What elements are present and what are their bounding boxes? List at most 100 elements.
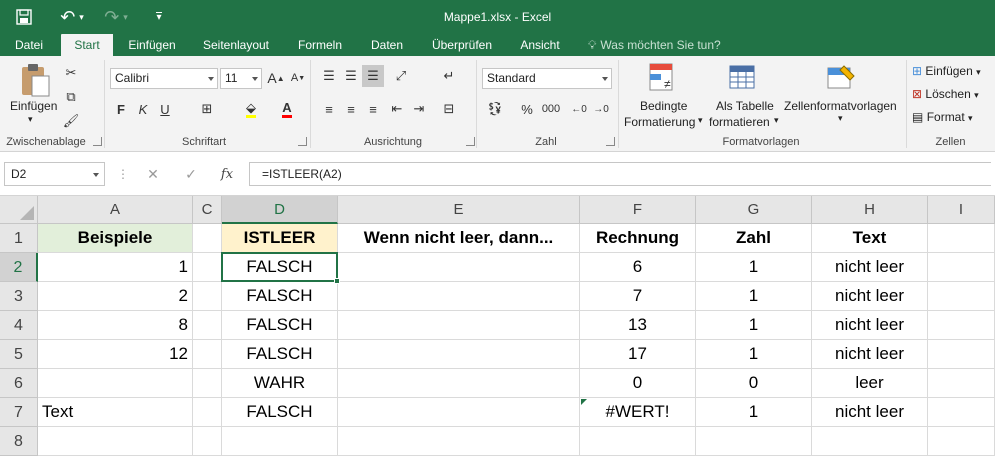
paste-button[interactable]: Einfügen bbox=[10, 99, 57, 113]
merge-center-icon[interactable]: ⊟ bbox=[438, 98, 460, 120]
cell-i4[interactable] bbox=[928, 311, 995, 340]
cell-styles-dropdown-icon[interactable]: ▾ bbox=[838, 113, 843, 124]
underline-button[interactable]: U bbox=[154, 98, 176, 120]
cell-g8[interactable] bbox=[696, 427, 812, 456]
increase-indent-icon[interactable]: ⇥ bbox=[408, 98, 430, 120]
cell-a3[interactable]: 2 bbox=[38, 282, 193, 311]
tab-datei[interactable]: Datei bbox=[4, 34, 54, 56]
number-format-combo[interactable]: Standard bbox=[482, 68, 612, 89]
cell-a2[interactable]: 1 bbox=[38, 253, 193, 282]
fill-color-icon[interactable]: ⬙ bbox=[240, 98, 262, 120]
cell-h6[interactable]: leer bbox=[812, 369, 928, 398]
cell-styles-icon[interactable] bbox=[826, 62, 858, 94]
insert-cells-button[interactable]: ⊞ Einfügen ▾ bbox=[912, 64, 981, 78]
cell-i6[interactable] bbox=[928, 369, 995, 398]
cell-h2[interactable]: nicht leer bbox=[812, 253, 928, 282]
cell-d7[interactable]: FALSCH bbox=[222, 398, 338, 427]
cell-i5[interactable] bbox=[928, 340, 995, 369]
cell-e8[interactable] bbox=[338, 427, 580, 456]
cell-f3[interactable]: 7 bbox=[580, 282, 696, 311]
select-all-button[interactable] bbox=[0, 196, 38, 224]
formula-input[interactable]: =ISTLEER(A2) bbox=[249, 162, 991, 186]
grow-font-icon[interactable]: A ▲ bbox=[265, 67, 287, 89]
cell-i3[interactable] bbox=[928, 282, 995, 311]
align-center-icon[interactable]: ≡ bbox=[340, 98, 362, 120]
cell-g1[interactable]: Zahl bbox=[696, 224, 812, 253]
cell-a6[interactable] bbox=[38, 369, 193, 398]
cell-i2[interactable] bbox=[928, 253, 995, 282]
cell-h7[interactable]: nicht leer bbox=[812, 398, 928, 427]
tab-formeln[interactable]: Formeln bbox=[288, 34, 352, 56]
italic-button[interactable]: K bbox=[132, 98, 154, 120]
cell-g4[interactable]: 1 bbox=[696, 311, 812, 340]
cell-c7[interactable] bbox=[193, 398, 222, 427]
cell-g7[interactable]: 1 bbox=[696, 398, 812, 427]
row-header-1[interactable]: 1 bbox=[0, 224, 38, 253]
cell-e7[interactable] bbox=[338, 398, 580, 427]
row-header-6[interactable]: 6 bbox=[0, 369, 38, 398]
column-header-f[interactable]: F bbox=[580, 196, 696, 224]
cell-i1[interactable] bbox=[928, 224, 995, 253]
clipboard-launcher-icon[interactable] bbox=[93, 137, 102, 146]
cell-a4[interactable]: 8 bbox=[38, 311, 193, 340]
accounting-format-icon[interactable]: 💱︎ bbox=[484, 98, 506, 120]
wrap-text-icon[interactable]: ↵ bbox=[438, 65, 460, 87]
font-size-combo[interactable]: 11 bbox=[220, 68, 262, 89]
conditional-formatting-line1[interactable]: Bedingte bbox=[640, 99, 687, 113]
cell-e2[interactable] bbox=[338, 253, 580, 282]
thousands-separator-button[interactable]: 000 bbox=[538, 98, 564, 120]
tab-start[interactable]: Start bbox=[61, 34, 113, 56]
cancel-icon[interactable]: ✕ bbox=[140, 162, 166, 186]
cell-c2[interactable] bbox=[193, 253, 222, 282]
cell-a5[interactable]: 12 bbox=[38, 340, 193, 369]
format-as-table-dropdown-icon[interactable]: ▾ bbox=[774, 115, 779, 126]
cell-c6[interactable] bbox=[193, 369, 222, 398]
cell-h1[interactable]: Text bbox=[812, 224, 928, 253]
cell-c4[interactable] bbox=[193, 311, 222, 340]
align-right-icon[interactable]: ≡ bbox=[362, 98, 384, 120]
cell-a7[interactable]: Text bbox=[38, 398, 193, 427]
number-launcher-icon[interactable] bbox=[606, 137, 615, 146]
format-cells-button[interactable]: ▤ Format ▾ bbox=[912, 110, 973, 124]
cell-c1[interactable] bbox=[193, 224, 222, 253]
cell-g5[interactable]: 1 bbox=[696, 340, 812, 369]
cell-h8[interactable] bbox=[812, 427, 928, 456]
insert-function-icon[interactable]: fx bbox=[214, 162, 240, 186]
row-header-2[interactable]: 2 bbox=[0, 253, 38, 282]
conditional-formatting-icon[interactable]: ≠ bbox=[648, 62, 678, 94]
cell-f8[interactable] bbox=[580, 427, 696, 456]
enter-icon[interactable]: ✓ bbox=[178, 162, 204, 186]
row-header-8[interactable]: 8 bbox=[0, 427, 38, 456]
shrink-font-icon[interactable]: A ▼ bbox=[287, 67, 309, 89]
cell-g6[interactable]: 0 bbox=[696, 369, 812, 398]
cell-f7[interactable]: #WERT! bbox=[580, 398, 696, 427]
column-header-d[interactable]: D bbox=[222, 196, 338, 224]
cell-h5[interactable]: nicht leer bbox=[812, 340, 928, 369]
worksheet-grid[interactable]: A C D E F G H I 1 Beispiele ISTLEER Wenn nicht leer… bbox=[0, 196, 995, 465]
column-header-c[interactable]: C bbox=[193, 196, 222, 224]
cell-d6[interactable]: WAHR bbox=[222, 369, 338, 398]
alignment-launcher-icon[interactable] bbox=[466, 137, 475, 146]
conditional-formatting-dropdown-icon[interactable]: ▾ bbox=[698, 115, 703, 126]
format-as-table-icon[interactable] bbox=[728, 62, 760, 94]
cell-d8[interactable] bbox=[222, 427, 338, 456]
cell-i8[interactable] bbox=[928, 427, 995, 456]
cell-c3[interactable] bbox=[193, 282, 222, 311]
decrease-decimal-icon[interactable]: →0 bbox=[590, 98, 612, 120]
tab-ansicht[interactable]: Ansicht bbox=[512, 34, 568, 56]
row-header-4[interactable]: 4 bbox=[0, 311, 38, 340]
format-as-table-line1[interactable]: Als Tabelle bbox=[716, 99, 774, 113]
align-bottom-icon[interactable]: ☰ bbox=[362, 65, 384, 87]
column-header-i[interactable]: I bbox=[928, 196, 995, 224]
cell-a1[interactable]: Beispiele bbox=[38, 224, 193, 253]
cell-c5[interactable] bbox=[193, 340, 222, 369]
column-header-h[interactable]: H bbox=[812, 196, 928, 224]
cell-d4[interactable]: FALSCH bbox=[222, 311, 338, 340]
cell-d5[interactable]: FALSCH bbox=[222, 340, 338, 369]
borders-icon[interactable]: ⊞ bbox=[196, 98, 218, 120]
increase-decimal-icon[interactable]: ←0 bbox=[568, 98, 590, 120]
tab-daten[interactable]: Daten bbox=[362, 34, 412, 56]
cell-h4[interactable]: nicht leer bbox=[812, 311, 928, 340]
bold-button[interactable]: F bbox=[110, 98, 132, 120]
format-painter-icon[interactable]: 🖌︎ bbox=[60, 110, 82, 132]
